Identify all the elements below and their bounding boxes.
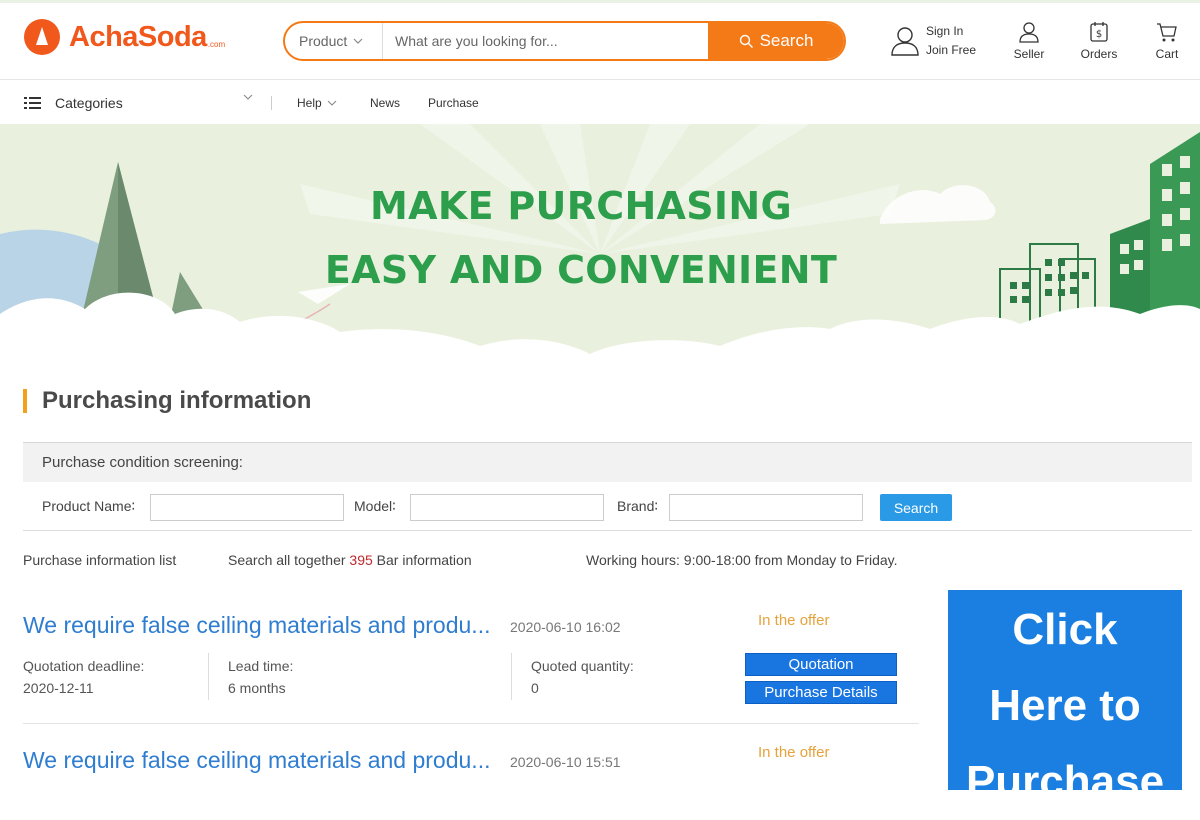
- seller-icon: [1019, 22, 1039, 43]
- model-input[interactable]: [410, 494, 604, 521]
- site-header: AchaSoda .com Product Search Sign In Joi…: [0, 3, 1200, 80]
- lead-time: Lead time: 6 months: [228, 655, 293, 699]
- chevron-down-icon: [243, 94, 253, 100]
- result-count-text: Search all together 395 Bar information: [228, 552, 472, 568]
- orders-icon: $: [1090, 22, 1108, 42]
- result-prefix: Search all together: [228, 552, 346, 568]
- item-title-link[interactable]: We require false ceiling materials and p…: [23, 747, 490, 774]
- nav-news-label: News: [370, 95, 401, 110]
- quantity-label: Quoted quantity:: [531, 658, 634, 674]
- main-nav: Categories Help News Purchase: [0, 81, 1200, 124]
- search-icon: [739, 34, 753, 48]
- brand-input[interactable]: [669, 494, 863, 521]
- search-bar: Product Search: [283, 21, 846, 61]
- product-name-input[interactable]: [150, 494, 344, 521]
- sign-in-area: Sign In Join Free: [890, 21, 990, 61]
- search-button-label: Search: [759, 31, 814, 50]
- item-status: In the offer: [758, 744, 830, 761]
- quoted-quantity: Quoted quantity: 0: [531, 655, 634, 699]
- categories-menu[interactable]: Categories: [24, 81, 123, 124]
- lead-time-value: 6 months: [228, 680, 286, 696]
- lead-time-label: Lead time:: [228, 658, 294, 674]
- nav-divider: [271, 96, 272, 110]
- item-title-link[interactable]: We require false ceiling materials and p…: [23, 612, 490, 639]
- search-button[interactable]: Search: [708, 23, 844, 59]
- filter-row: Product Name∶ Model∶ Brand∶ Search: [23, 482, 1192, 531]
- hero-banner: MAKE PURCHASING EASY AND CONVENIENT: [0, 124, 1200, 360]
- cart-link[interactable]: Cart: [1134, 21, 1200, 61]
- chevron-down-icon: [327, 100, 337, 106]
- header-actions: Sign In Join Free Seller $ Orders Cart: [890, 21, 1200, 61]
- nav-purchase[interactable]: Purchase: [428, 81, 479, 124]
- seller-label: Seller: [1013, 47, 1045, 61]
- ad-line2: Here to: [989, 681, 1141, 730]
- ad-line1: Click: [1012, 605, 1118, 654]
- column-divider: [208, 653, 209, 700]
- product-name-label: Product Name∶: [42, 498, 136, 514]
- deadline-value: 2020-12-11: [23, 680, 94, 696]
- purchase-item: We require false ceiling materials and p…: [23, 744, 919, 774]
- section-heading: Purchasing information: [23, 387, 312, 414]
- search-input[interactable]: [383, 23, 708, 59]
- model-label: Model∶: [354, 498, 396, 514]
- column-divider: [511, 653, 512, 700]
- user-icon: [891, 27, 919, 56]
- sign-in-link[interactable]: Sign In: [926, 22, 976, 41]
- result-suffix: Bar information: [376, 552, 472, 568]
- banner-illustration: [0, 124, 1200, 360]
- filter-heading: Purchase condition screening:: [23, 442, 1192, 482]
- join-free-link[interactable]: Join Free: [926, 41, 976, 60]
- nav-help[interactable]: Help: [297, 81, 337, 124]
- section-accent-bar: [23, 389, 27, 413]
- banner-title-line2: EASY AND CONVENIENT: [324, 248, 838, 292]
- purchase-details-button[interactable]: Purchase Details: [745, 681, 897, 704]
- item-date: 2020-06-10 16:02: [510, 619, 621, 635]
- site-logo[interactable]: AchaSoda .com: [24, 19, 225, 55]
- item-status: In the offer: [758, 612, 830, 629]
- seller-link[interactable]: Seller: [994, 21, 1064, 61]
- quantity-value: 0: [531, 680, 539, 696]
- purchase-ad-banner[interactable]: Click Here to Purchase: [948, 590, 1182, 806]
- orders-label: Orders: [1080, 47, 1118, 61]
- orders-link[interactable]: $ Orders: [1064, 21, 1134, 61]
- banner-title-line1: MAKE PURCHASING: [370, 184, 792, 228]
- working-hours: Working hours: 9:00-18:00 from Monday to…: [586, 552, 898, 568]
- cart-label: Cart: [1155, 47, 1179, 61]
- purchase-item: We require false ceiling materials and p…: [23, 612, 919, 746]
- logo-text: AchaSoda: [69, 20, 207, 53]
- ad-line3: Purchase: [965, 757, 1165, 806]
- menu-icon: [24, 96, 41, 109]
- deadline-label: Quotation deadline:: [23, 658, 145, 674]
- search-category-label: Product: [299, 33, 348, 49]
- filter-search-button[interactable]: Search: [880, 494, 952, 521]
- section-title: Purchasing information: [42, 387, 312, 414]
- result-count: 395: [349, 552, 373, 568]
- nav-help-label: Help: [297, 95, 322, 110]
- item-date: 2020-06-10 15:51: [510, 754, 621, 770]
- quotation-button[interactable]: Quotation: [745, 653, 897, 676]
- cart-icon: [1157, 23, 1177, 42]
- svg-text:$: $: [1096, 29, 1102, 40]
- nav-news[interactable]: News: [370, 81, 400, 124]
- search-category-select[interactable]: Product: [285, 23, 383, 59]
- list-label: Purchase information list: [23, 552, 177, 568]
- brand-label: Brand∶: [617, 498, 659, 514]
- logo-suffix: .com: [207, 39, 226, 49]
- chevron-down-icon: [353, 38, 363, 44]
- nav-purchase-label: Purchase: [428, 95, 479, 110]
- logo-icon: [24, 19, 60, 55]
- quotation-deadline: Quotation deadline: 2020-12-11: [23, 655, 144, 699]
- item-divider: [23, 723, 919, 724]
- filter-heading-text: Purchase condition screening:: [42, 454, 243, 471]
- categories-label: Categories: [55, 94, 123, 111]
